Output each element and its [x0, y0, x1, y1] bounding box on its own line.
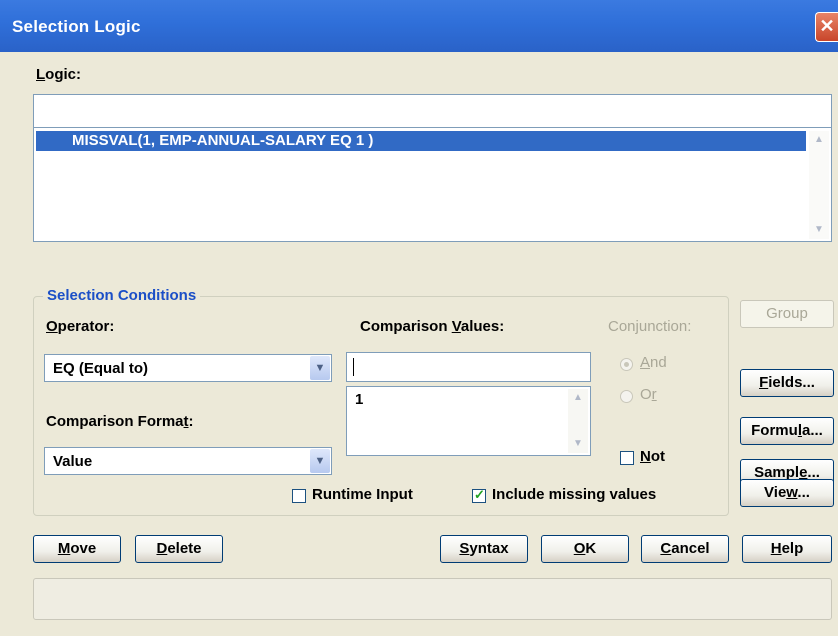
view-button[interactable]: View... — [740, 479, 834, 507]
runtime-input-label: Runtime Input — [312, 486, 413, 503]
help-button[interactable]: Help — [742, 535, 832, 563]
scroll-up-icon[interactable]: ▲ — [811, 133, 827, 147]
ok-button[interactable]: OK — [541, 535, 629, 563]
logic-label: Logic: — [36, 66, 82, 83]
group-button[interactable]: Group — [740, 300, 834, 328]
operator-select[interactable]: EQ (Equal to) ▼ — [44, 354, 332, 382]
scroll-down-icon[interactable]: ▼ — [811, 223, 827, 237]
and-radio-label: And — [640, 354, 667, 371]
move-button[interactable]: Move — [33, 535, 121, 563]
include-missing-checkbox[interactable]: ✓ — [472, 487, 486, 503]
fields-button[interactable]: Fields... — [740, 369, 834, 397]
include-missing-label: Include missing values — [492, 486, 657, 503]
selection-conditions-caption: Selection Conditions — [43, 287, 201, 304]
check-icon: ✓ — [474, 487, 485, 502]
chevron-down-icon[interactable]: ▼ — [310, 356, 330, 380]
syntax-button[interactable]: Syntax — [440, 535, 528, 563]
scroll-up-icon[interactable]: ▲ — [570, 391, 586, 405]
comparison-values-label: Comparison Values: — [360, 318, 505, 335]
conjunction-label: Conjunction: — [608, 318, 692, 335]
comparison-format-select[interactable]: Value ▼ — [44, 447, 332, 475]
comparison-format-value: Value — [53, 453, 93, 470]
text-caret — [353, 358, 354, 376]
status-bar — [33, 578, 832, 620]
list-item[interactable]: 1 — [355, 391, 363, 408]
chevron-down-icon[interactable]: ▼ — [310, 449, 330, 473]
not-checkbox[interactable] — [620, 451, 634, 465]
values-scrollbar[interactable]: ▲ ▼ — [568, 389, 588, 453]
operator-value: EQ (Equal to) — [53, 360, 148, 377]
cancel-button[interactable]: Cancel — [641, 535, 729, 563]
or-radio-label: Or — [640, 386, 657, 403]
delete-button[interactable]: Delete — [135, 535, 223, 563]
operator-label: Operator: — [46, 318, 115, 335]
title-bar: Selection Logic ✕ — [0, 0, 838, 52]
logic-editor[interactable]: MISSVAL(1, EMP-ANNUAL-SALARY EQ 1 ) ▲ ▼ — [33, 94, 832, 242]
scroll-down-icon[interactable]: ▼ — [570, 437, 586, 451]
logic-selected-line[interactable]: MISSVAL(1, EMP-ANNUAL-SALARY EQ 1 ) — [36, 131, 806, 151]
runtime-input-checkbox[interactable] — [292, 489, 306, 503]
logic-divider — [34, 127, 831, 128]
comparison-format-label: Comparison Format: — [46, 413, 194, 430]
formula-button[interactable]: Formula... — [740, 417, 834, 445]
close-button[interactable]: ✕ — [815, 12, 838, 42]
or-radio[interactable] — [620, 390, 633, 403]
logic-scrollbar[interactable]: ▲ ▼ — [809, 131, 829, 239]
comparison-values-list[interactable]: 1 ▲ ▼ — [346, 386, 591, 456]
not-label: Not — [640, 448, 666, 465]
close-icon: ✕ — [819, 16, 835, 36]
and-radio[interactable] — [620, 358, 633, 371]
comparison-value-input[interactable] — [346, 352, 591, 382]
window-title: Selection Logic — [12, 17, 141, 36]
